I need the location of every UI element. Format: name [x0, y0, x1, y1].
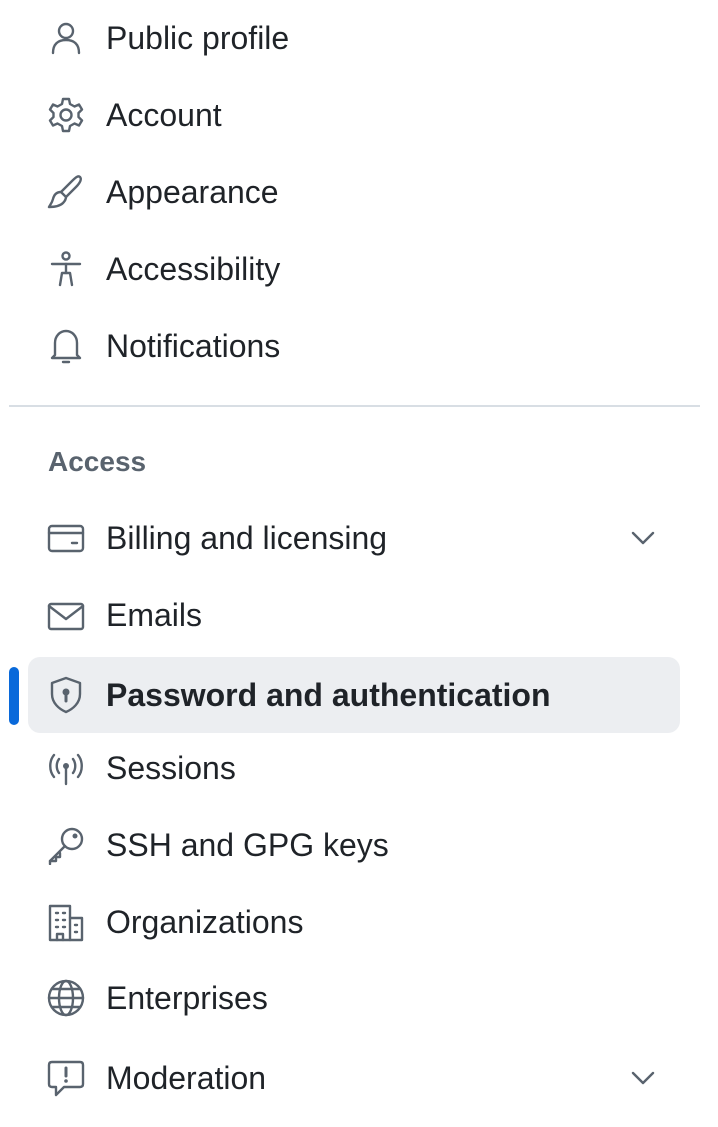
- shield-lock-icon: [46, 675, 86, 715]
- nav-item-ssh-and-gpg-keys[interactable]: SSH and GPG keys: [28, 807, 680, 883]
- nav-item-billing-and-licensing[interactable]: Billing and licensing: [28, 500, 680, 576]
- nav-item-notifications[interactable]: Notifications: [28, 308, 680, 384]
- nav-group-heading-access: Access: [48, 446, 147, 477]
- nav-item-account[interactable]: Account: [28, 77, 680, 153]
- mail-icon: [46, 595, 86, 635]
- key-icon: [46, 825, 86, 865]
- nav-item-label: Organizations: [106, 904, 304, 940]
- report-icon: [46, 1058, 86, 1098]
- nav-item-label: SSH and GPG keys: [106, 827, 389, 863]
- nav-item-label: Moderation: [106, 1060, 267, 1096]
- nav-item-appearance[interactable]: Appearance: [28, 154, 680, 230]
- nav-item-label: Notifications: [106, 328, 281, 364]
- nav-item-organizations[interactable]: Organizations: [28, 884, 680, 960]
- nav-item-accessibility[interactable]: Accessibility: [28, 231, 680, 307]
- bell-icon: [46, 326, 86, 366]
- organization-icon: [46, 902, 86, 942]
- nav-item-label: Emails: [106, 597, 203, 633]
- nav-item-label: Accessibility: [106, 251, 281, 287]
- nav-item-sessions[interactable]: Sessions: [28, 730, 680, 806]
- active-item-indicator: [9, 667, 19, 725]
- chevron-down-icon[interactable]: [628, 1063, 658, 1093]
- person-icon: [46, 18, 86, 58]
- nav-item-label: Billing and licensing: [106, 520, 388, 556]
- nav-item-label: Appearance: [106, 174, 279, 210]
- nav-item-label: Public profile: [106, 20, 290, 56]
- nav-item-label: Sessions: [106, 750, 236, 786]
- nav-divider: [9, 405, 700, 407]
- chevron-down-icon[interactable]: [628, 523, 658, 553]
- nav-item-label: Account: [106, 97, 222, 133]
- nav-item-public-profile[interactable]: Public profile: [28, 0, 680, 76]
- nav-item-enterprises[interactable]: Enterprises: [28, 960, 680, 1036]
- broadcast-icon: [46, 748, 86, 788]
- nav-item-label: Password and authentication: [106, 677, 551, 713]
- credit-card-icon: [46, 518, 86, 558]
- nav-item-emails[interactable]: Emails: [28, 577, 680, 653]
- gear-icon: [46, 95, 86, 135]
- globe-icon: [46, 978, 86, 1018]
- nav-item-moderation[interactable]: Moderation: [28, 1040, 680, 1116]
- paintbrush-icon: [46, 172, 86, 212]
- nav-item-label: Enterprises: [106, 980, 268, 1016]
- nav-item-password-and-authentication[interactable]: Password and authentication: [28, 657, 680, 733]
- accessibility-icon: [46, 249, 86, 289]
